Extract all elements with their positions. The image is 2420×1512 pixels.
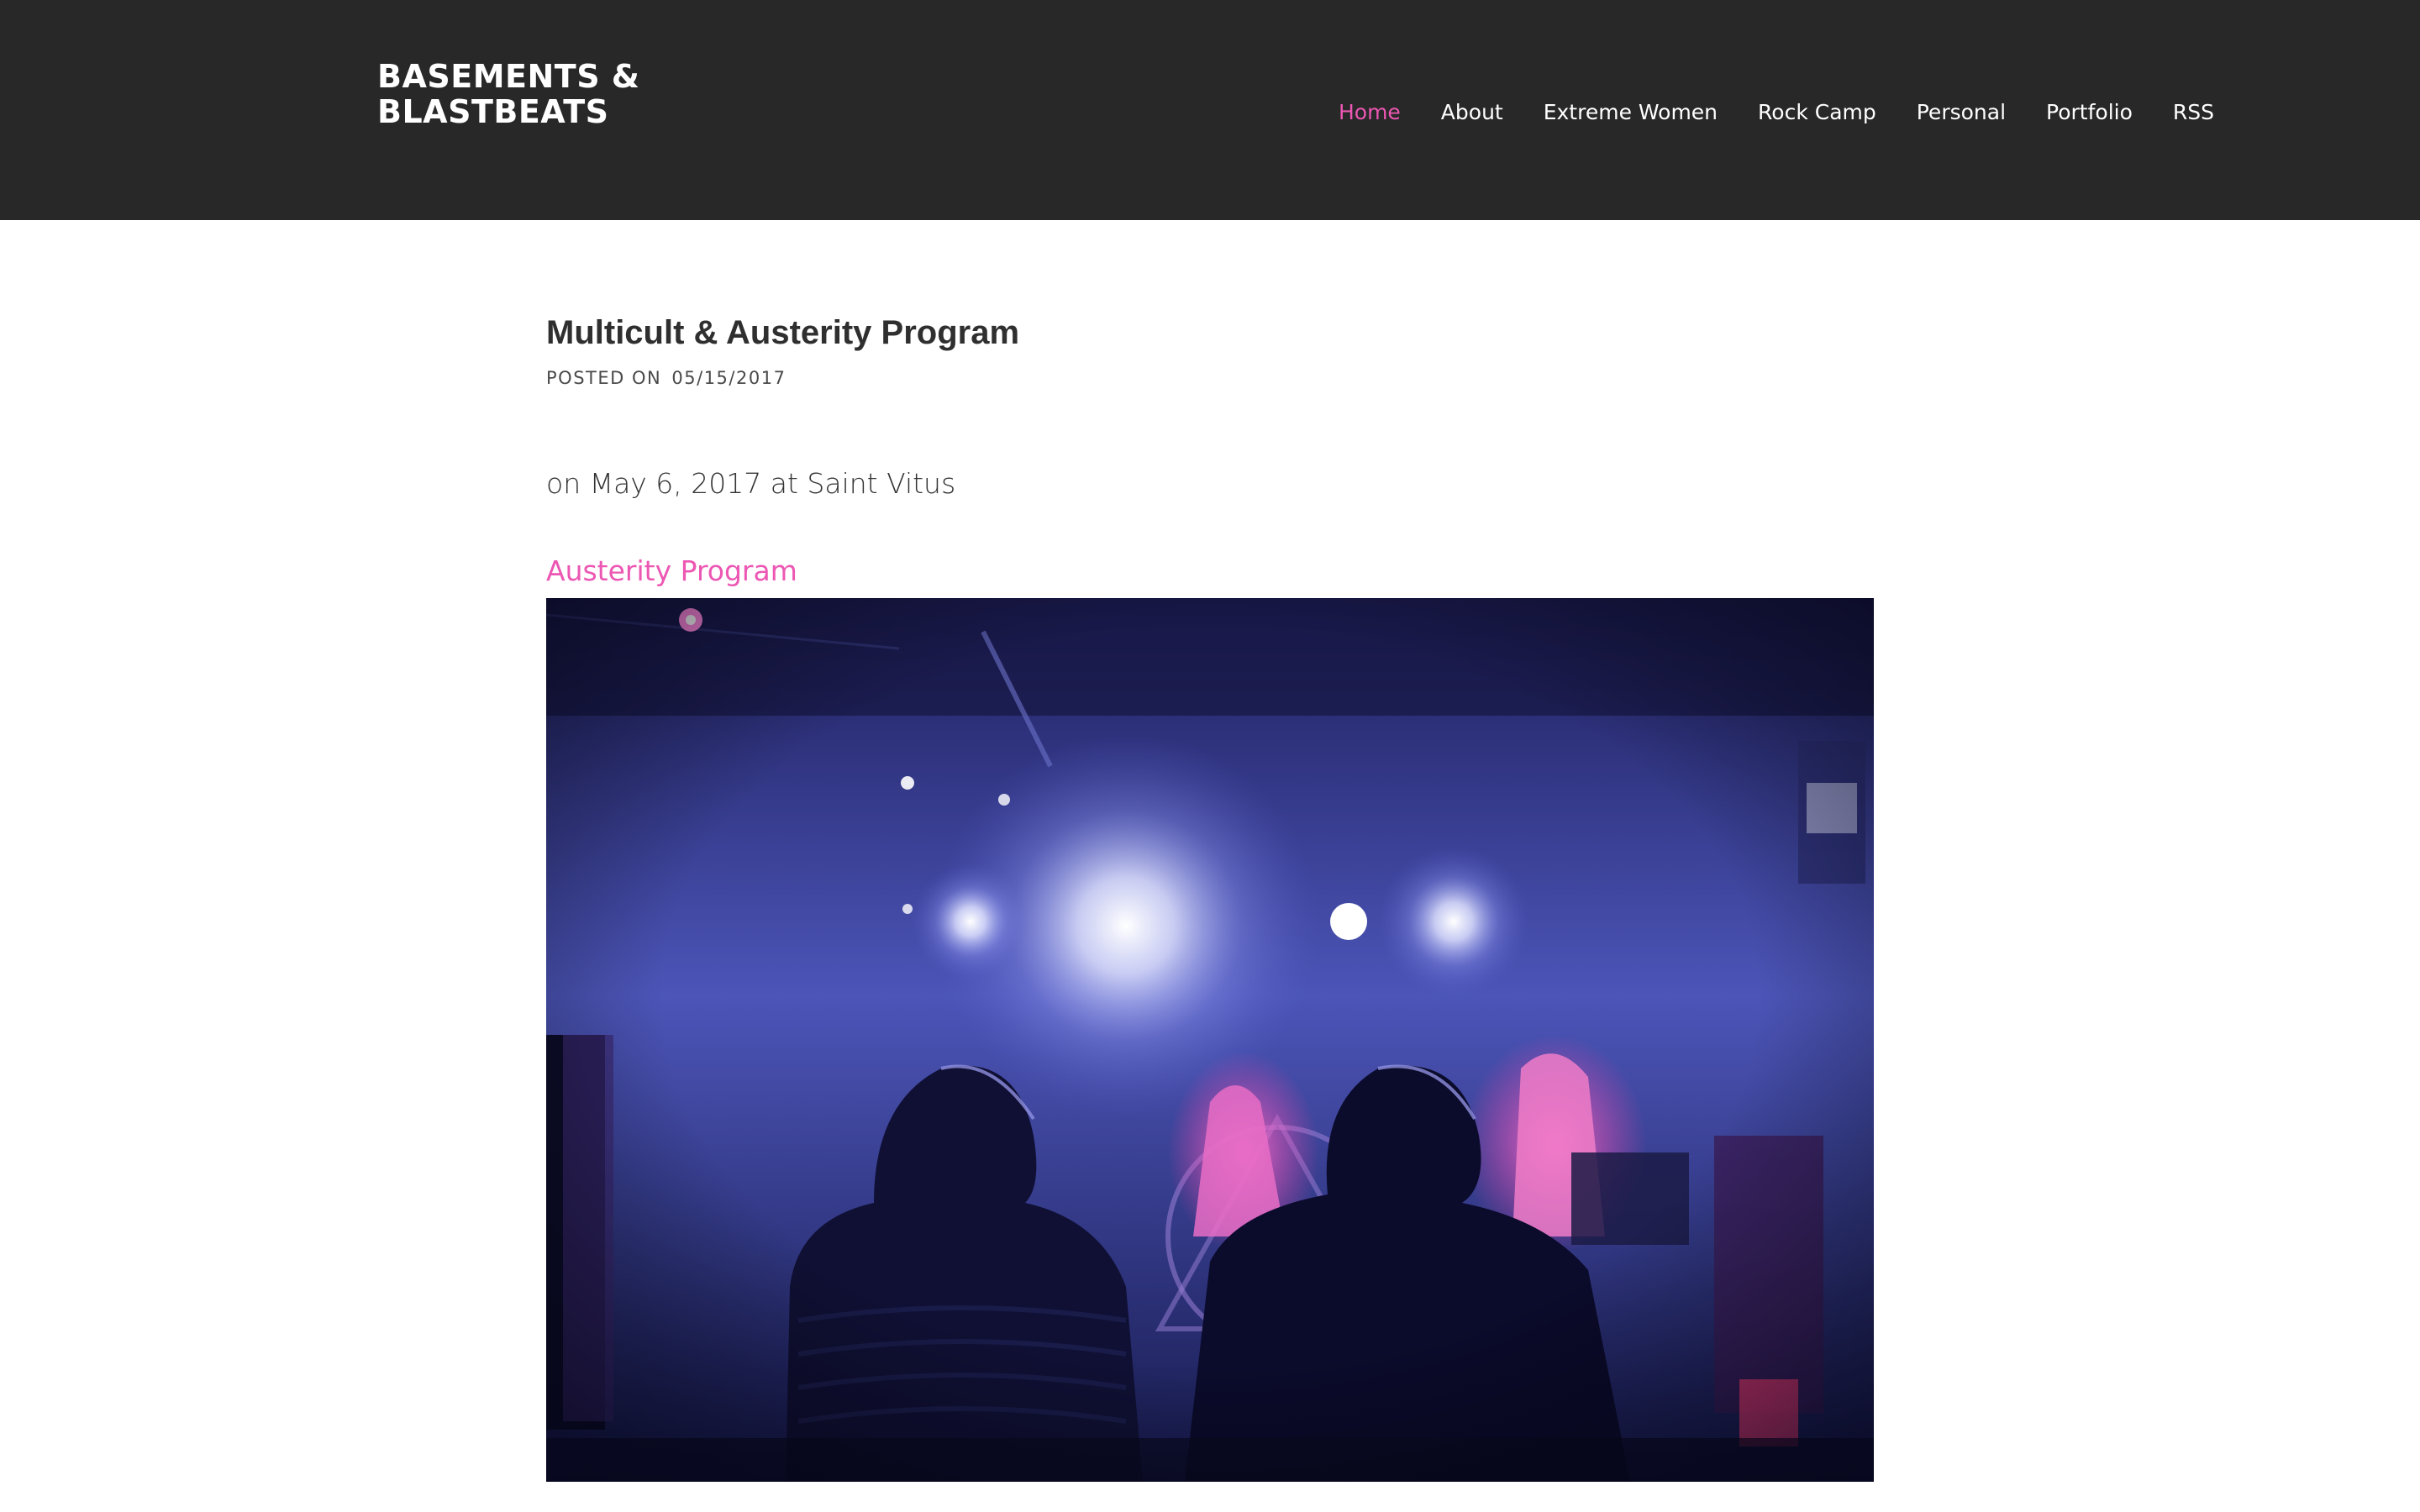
nav-link-rss[interactable]: RSS [2173,100,2214,124]
post-meta: POSTED ON 05/15/2017 [546,368,786,388]
post-date: 05/15/2017 [671,368,786,388]
site-logo-line-1: BASEMENTS & [377,58,640,95]
site-header: BASEMENTS & BLASTBEATS Home About Extrem… [0,0,2420,220]
nav-link-rock-camp[interactable]: Rock Camp [1758,100,1876,124]
concert-photo[interactable] [546,598,1874,1482]
post-title: Multicult & Austerity Program [546,314,1020,351]
nav-link-home[interactable]: Home [1339,100,1401,124]
nav-link-extreme-women[interactable]: Extreme Women [1544,100,1718,124]
post-meta-prefix: POSTED ON [546,368,662,388]
site-logo-line-2: BLASTBEATS [377,93,609,130]
nav-link-personal[interactable]: Personal [1917,100,2006,124]
site-logo[interactable]: BASEMENTS & BLASTBEATS [377,59,639,129]
post-intro-text: on May 6, 2017 at Saint Vitus [546,467,956,500]
nav-link-about[interactable]: About [1441,100,1503,124]
concert-photo-image [546,598,1874,1482]
main-nav: Home About Extreme Women Rock Camp Perso… [1339,95,2214,129]
band-link-austerity-program[interactable]: Austerity Program [546,554,797,587]
nav-link-portfolio[interactable]: Portfolio [2046,100,2133,124]
